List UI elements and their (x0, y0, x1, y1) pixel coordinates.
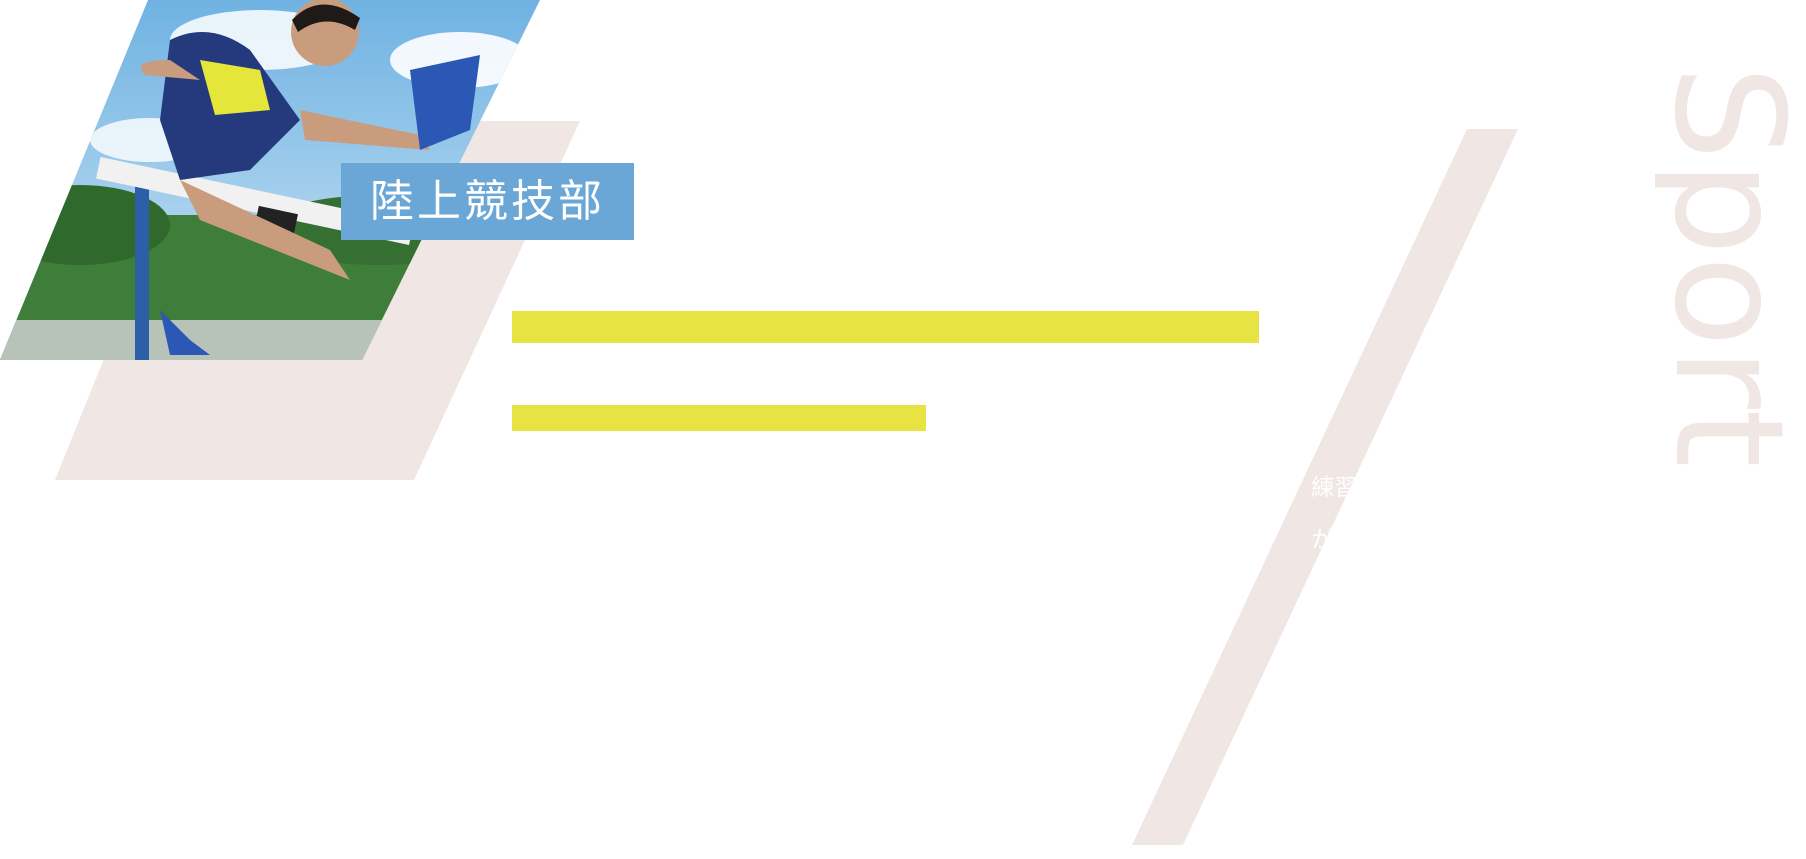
body-line: 練習に (1311, 475, 1380, 501)
club-title-badge: 陸上競技部 (341, 163, 634, 240)
body-text: 練習に が、意 はも 理解 とつ 。成 る人は (1140, 462, 1380, 812)
body-line: が、意 (1311, 527, 1380, 553)
body-line: る人は (1311, 787, 1380, 812)
sport-vertical-text: Sport (1655, 65, 1806, 468)
club-page: 陸上競技部 練習に が、意 はも 理解 とつ 。成 る人は Sport (0, 0, 1806, 859)
body-line: 。成 (1334, 735, 1380, 761)
headline-line-1 (512, 300, 1259, 336)
body-line: はも (1334, 579, 1380, 605)
club-title: 陸上競技部 (370, 175, 605, 227)
headline-line-2 (512, 393, 926, 429)
body-line: 理解 (1334, 631, 1380, 657)
body-line: とつ (1334, 683, 1380, 709)
sport-word: Sport (1655, 65, 1806, 468)
